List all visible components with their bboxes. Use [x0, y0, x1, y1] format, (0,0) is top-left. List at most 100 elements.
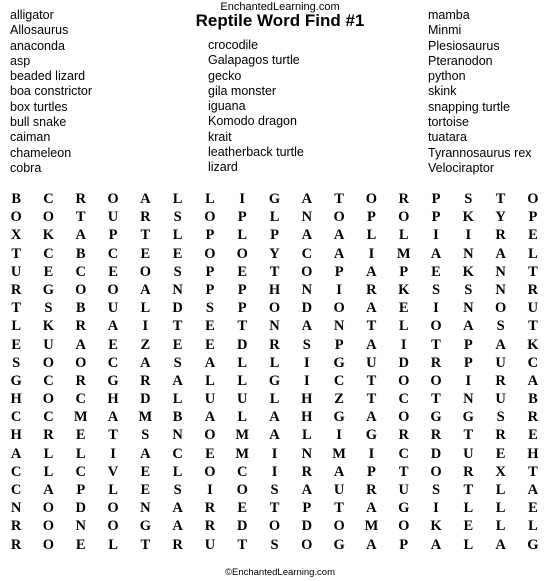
grid-cell: I: [271, 445, 278, 462]
grid-cell: U: [204, 536, 216, 553]
grid-cell: P: [108, 227, 118, 244]
grid-cell: T: [366, 372, 377, 389]
grid-cell: H: [10, 427, 22, 444]
grid-cell: I: [433, 500, 439, 517]
grid-cell: T: [431, 336, 441, 353]
grid-cell: A: [527, 482, 539, 498]
grid-cell: C: [398, 445, 409, 462]
grid-cell: L: [43, 445, 54, 462]
grid-cell: G: [527, 536, 539, 553]
grid-cell: C: [301, 245, 313, 262]
grid-cell: U: [463, 445, 474, 462]
grid-cell: P: [270, 227, 279, 244]
grid-cell: A: [495, 536, 506, 553]
grid-cell: R: [527, 409, 539, 426]
grid-cell: E: [108, 263, 118, 280]
grid-cell: L: [75, 445, 86, 462]
grid-cell: T: [269, 263, 280, 280]
grid-cell: O: [365, 191, 378, 207]
grid-cell: E: [43, 263, 54, 280]
grid-cell: E: [140, 482, 151, 498]
grid-cell: D: [398, 354, 409, 371]
grid-cell: L: [269, 354, 280, 371]
grid-cell: P: [237, 281, 247, 298]
grid-cell: A: [366, 300, 377, 317]
grid-cell: P: [463, 354, 473, 371]
grid-cell: E: [172, 336, 183, 353]
grid-cell: X: [10, 227, 22, 244]
grid-cell: H: [107, 391, 119, 408]
grid-cell: S: [302, 336, 311, 353]
grid-row: HOCHDLUULHZTCTNUB: [0, 390, 560, 408]
grid-cell: G: [10, 372, 22, 389]
grid-cell: P: [399, 263, 409, 280]
grid-cell: N: [172, 427, 183, 444]
grid-cell: R: [140, 209, 151, 226]
grid-cell: R: [10, 281, 22, 298]
grid-row: ALLIACEMINMICDUEH: [0, 445, 560, 463]
grid-cell: M: [235, 427, 250, 444]
grid-cell: A: [301, 227, 313, 244]
grid-cell: D: [75, 500, 86, 517]
grid-cell: I: [336, 427, 342, 444]
grid-cell: R: [140, 372, 151, 389]
grid-cell: H: [301, 391, 313, 408]
grid-cell: N: [333, 318, 345, 335]
grid-cell: L: [528, 245, 538, 262]
grid-cell: K: [527, 336, 539, 353]
grid-cell: C: [75, 263, 86, 280]
grid-cell: M: [332, 445, 346, 462]
word-list-item: gila monster: [208, 83, 277, 98]
grid-cell: K: [398, 281, 410, 298]
grid-cell: O: [268, 300, 281, 317]
grid-row: CCMAMBALAHGAOGGSR: [0, 408, 560, 426]
grid-cell: R: [10, 536, 22, 553]
grid-cell: A: [172, 372, 183, 389]
grid-cell: L: [301, 427, 312, 444]
grid-cell: N: [301, 281, 313, 298]
grid-cell: A: [75, 227, 86, 244]
grid-cell: I: [336, 281, 342, 298]
grid-cell: P: [205, 281, 215, 298]
grid-cell: O: [75, 281, 87, 298]
grid-cell: S: [205, 300, 214, 317]
grid-cell: R: [75, 318, 86, 335]
grid-cell: A: [495, 245, 506, 262]
grid-cell: A: [430, 245, 442, 262]
grid-row: TCBCEEOOYCAIMANAL: [0, 245, 560, 263]
word-list-item: Galapagos turtle: [208, 53, 300, 68]
grid-cell: N: [75, 518, 86, 535]
word-list-item: Velociraptor: [428, 160, 495, 175]
grid-cell: C: [43, 372, 54, 389]
grid-cell: A: [366, 409, 377, 426]
word-list-item: bull snake: [10, 115, 67, 130]
grid-cell: E: [398, 300, 409, 317]
grid-cell: G: [430, 409, 442, 426]
word-list-item: Minmi: [428, 23, 462, 38]
grid-cell: O: [204, 427, 216, 444]
grid-cell: S: [464, 281, 473, 298]
grid-cell: C: [333, 372, 345, 389]
grid-row: UECEOSPETOPAPEKNT: [0, 263, 560, 281]
grid-cell: N: [463, 391, 474, 408]
grid-cell: H: [268, 281, 281, 298]
grid-cell: A: [140, 354, 151, 371]
grid-cell: S: [270, 536, 279, 553]
grid-cell: T: [334, 500, 344, 517]
grid-cell: O: [75, 354, 87, 371]
grid-cell: T: [140, 536, 151, 553]
grid-row: SOOCASALLIGUDRPUC: [0, 354, 560, 372]
grid-cell: A: [430, 536, 442, 553]
grid-cell: L: [495, 500, 506, 517]
grid-cell: A: [366, 500, 377, 517]
grid-cell: P: [334, 263, 344, 280]
grid-cell: E: [463, 518, 474, 535]
grid-cell: N: [301, 209, 313, 226]
word-list-item: box turtles: [10, 99, 68, 114]
grid-cell: E: [172, 245, 183, 262]
grid-cell: C: [75, 391, 86, 408]
grid-cell: A: [366, 536, 377, 553]
grid-cell: Y: [495, 209, 506, 226]
grid-cell: D: [301, 518, 313, 535]
grid-cell: I: [207, 482, 213, 498]
